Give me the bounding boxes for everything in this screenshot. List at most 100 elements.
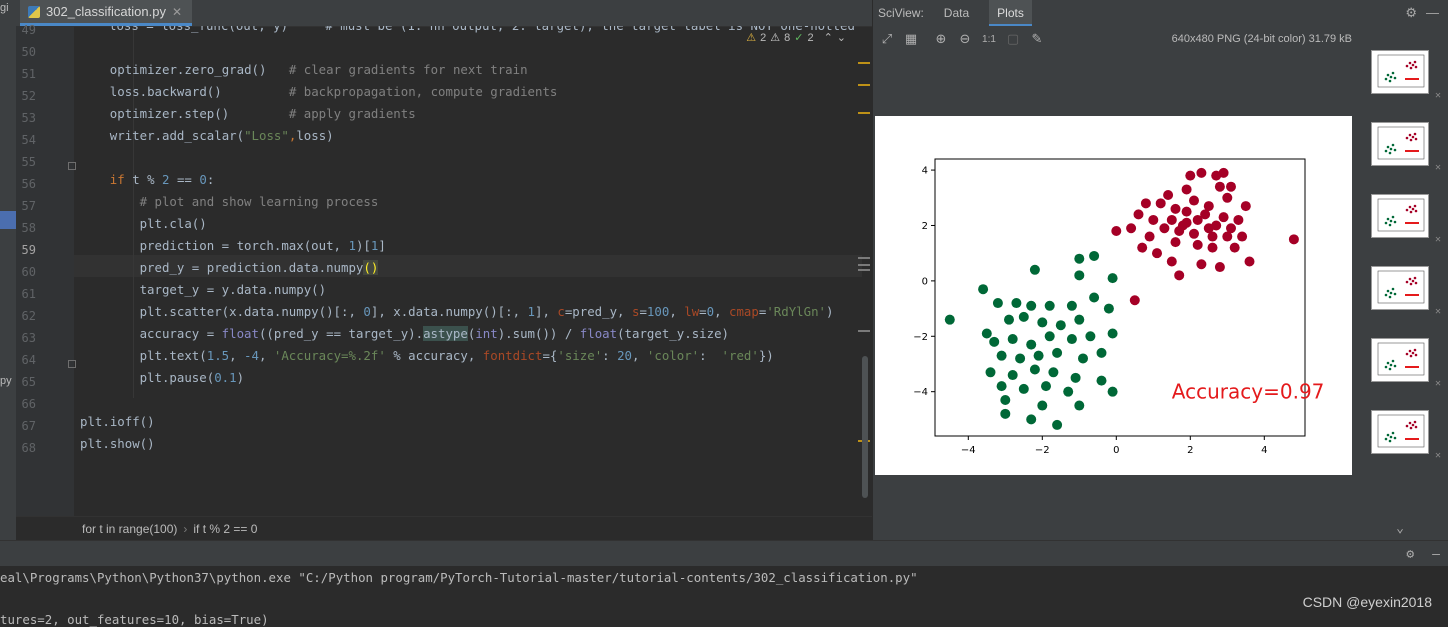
line-number: 62 (21, 309, 36, 323)
scatter-point (1033, 350, 1044, 361)
close-tab-icon[interactable]: ✕ (172, 5, 182, 19)
editor-scrollbar[interactable] (862, 356, 868, 498)
scatter-point (1155, 198, 1166, 209)
close-thumbnail-icon[interactable]: ✕ (1435, 450, 1441, 461)
scatter-point (1189, 195, 1199, 206)
gear-icon[interactable]: ⚙ (1406, 547, 1414, 562)
error-stripe-marker[interactable] (858, 269, 870, 271)
code-token: ).sum()) / (497, 326, 580, 341)
zoom-in-icon[interactable]: ⊕ (931, 32, 951, 47)
x-tick-label: 0 (1113, 445, 1119, 456)
gear-icon[interactable]: ⚙ (1405, 5, 1417, 21)
error-stripe-marker[interactable] (858, 112, 870, 114)
scatter-point (1226, 181, 1236, 192)
scatter-point (1029, 364, 1040, 375)
next-highlight-icon[interactable]: ⌄ (837, 31, 846, 44)
minimize-icon[interactable]: — (1432, 547, 1440, 562)
scatter-point (1007, 334, 1018, 345)
code-token: accuracy = (139, 326, 222, 341)
close-thumbnail-icon[interactable]: ✕ (1435, 234, 1441, 245)
close-thumbnail-icon[interactable]: ✕ (1435, 306, 1441, 317)
code-token: loss.backward() (109, 84, 289, 99)
close-thumbnail-icon[interactable]: ✕ (1435, 90, 1441, 101)
run-console[interactable]: eal\Programs\Python\Python37\python.exe … (0, 566, 1448, 627)
inspection-widget[interactable]: ⚠ 2 ⚠ 8 ✓ 2 ⌃ ⌄ (746, 31, 846, 44)
tab-data[interactable]: Data (936, 0, 977, 26)
weak-warning-icon: ⚠ (770, 32, 781, 44)
image-info: 640x480 PNG (24-bit color) 31.79 kB (1171, 33, 1352, 45)
scatter-point (1170, 203, 1181, 214)
editor-tab-active[interactable]: 302_classification.py ✕ (20, 0, 193, 26)
code-token: : (206, 172, 215, 187)
typo-check-icon: ✓ (794, 32, 804, 44)
python-file-icon (28, 5, 40, 18)
code-token: # backpropagation, compute gradients (288, 84, 558, 99)
line-number: 49 (21, 23, 36, 37)
fit-screen-icon[interactable]: ⤢ (877, 32, 897, 47)
plot-thumbnail[interactable] (1371, 410, 1429, 454)
plot-thumbnail[interactable] (1371, 122, 1429, 166)
left-strip-active-marker[interactable] (0, 211, 16, 229)
close-thumbnail-icon[interactable]: ✕ (1435, 162, 1441, 173)
y-tick-label: 2 (922, 221, 928, 232)
scatter-point (1152, 248, 1162, 259)
scatter-point (981, 328, 992, 339)
scatter-point (1074, 314, 1085, 325)
code-token: float (579, 326, 618, 341)
code-token: 'RdYlGn' (766, 304, 827, 319)
chevron-down-icon[interactable]: ⌄ (1396, 521, 1404, 536)
minimize-icon[interactable]: — (1426, 5, 1439, 20)
scatter-point (1096, 347, 1107, 358)
zoom-out-icon[interactable]: ⊖ (955, 32, 975, 47)
error-stripe-marker[interactable] (858, 257, 870, 259)
scatter-point (1000, 394, 1011, 405)
error-stripe-marker[interactable] (858, 264, 870, 266)
breadcrumb-item-if[interactable]: if t % 2 == 0 (193, 522, 257, 536)
code-token: 20 (617, 348, 632, 363)
line-number-gutter: 49 50 51 52 53 54 55 56 57 58 59 60 61 62 63 64 65 66 67 68 (16, 23, 76, 516)
scatter-point (1196, 259, 1207, 270)
code-line: optimizer.step() # apply gradients (110, 103, 416, 125)
actual-size-icon[interactable]: 1:1 (979, 34, 999, 45)
error-stripe-marker[interactable] (858, 330, 870, 332)
scatter-point (1214, 181, 1225, 192)
line-number: 50 (21, 45, 36, 59)
plot-thumbnail[interactable] (1371, 266, 1429, 310)
plot-thumbnail[interactable] (1371, 194, 1429, 238)
scatter-point (978, 284, 989, 295)
plot-thumbnail[interactable] (1371, 338, 1429, 382)
code-token: ((pred_y == target_y). (258, 326, 424, 341)
code-token: 1.5 (206, 348, 230, 363)
grid-icon[interactable]: ▦ (901, 32, 921, 47)
code-token: 0 (199, 172, 207, 187)
code-line: pred_y = prediction.data.numpy() (140, 257, 379, 279)
code-line: plt.pause(0.1) (140, 367, 244, 389)
code-line: # plot and show learning process (140, 191, 379, 213)
error-stripe-marker[interactable] (858, 62, 870, 64)
line-number: 65 (21, 375, 36, 389)
close-thumbnail-icon[interactable]: ✕ (1435, 378, 1441, 389)
background-icon[interactable]: ▢ (1003, 32, 1023, 47)
scatter-point (1074, 253, 1085, 264)
breadcrumb-item-for[interactable]: for t in range(100) (82, 522, 177, 536)
code-token: 100 (646, 304, 670, 319)
weak-warning-count: 8 (784, 31, 791, 44)
typo-count: 2 (807, 31, 814, 44)
scatter-point (944, 314, 955, 325)
plot-thumbnail[interactable] (1371, 50, 1429, 94)
scatter-point (1018, 383, 1029, 394)
scatter-point (1026, 414, 1037, 425)
sciview-toolbar: ⤢ ▦ ⊕ ⊖ 1:1 ▢ ✎ (873, 26, 1448, 52)
color-picker-icon[interactable]: ✎ (1027, 32, 1047, 47)
code-area[interactable]: loss = loss_func(out, y) # must be (1. n… (74, 26, 862, 516)
code-token: 0 (706, 304, 715, 319)
warning-icon: ⚠ (746, 32, 757, 44)
scatter-point (1218, 167, 1229, 178)
code-line: optimizer.zero_grad() # clear gradients … (110, 59, 528, 81)
scatter-point (1163, 190, 1174, 201)
code-token: , (258, 348, 274, 363)
previous-highlight-icon[interactable]: ⌃ (824, 31, 833, 44)
error-stripe-marker[interactable] (858, 84, 870, 86)
y-tick-label: −2 (913, 332, 928, 343)
tab-plots[interactable]: Plots (989, 0, 1032, 26)
